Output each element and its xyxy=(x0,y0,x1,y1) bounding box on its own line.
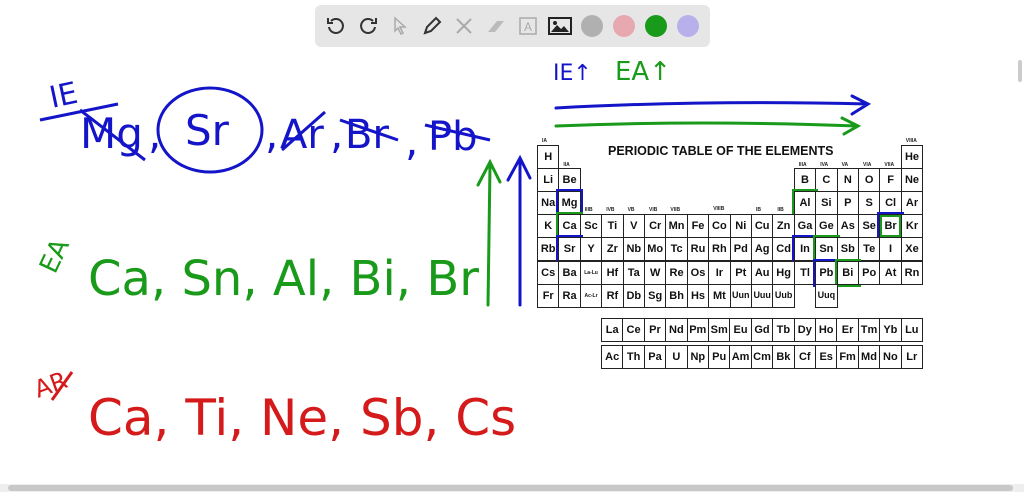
ar-section: AR Ca, Ti, Ne, Sb, Cs xyxy=(30,366,516,447)
ie-vertical-arrow xyxy=(506,154,532,307)
horizontal-scrollbar-thumb[interactable] xyxy=(8,485,1013,491)
ar-label: AR xyxy=(30,366,71,404)
ea-label: EA xyxy=(34,234,76,278)
ie-trend-label: IE↑ xyxy=(553,61,592,86)
ea-trend-label: EA↑ xyxy=(615,57,671,87)
comma: , xyxy=(330,109,343,158)
ie-item-sr: Sr xyxy=(185,106,230,155)
comma: , xyxy=(265,109,278,158)
vertical-scrollbar[interactable] xyxy=(1018,60,1022,82)
handwritten-notes: IE Mg , Sr , Ar , Br , Pb EA Ca, Sn, Al,… xyxy=(30,57,872,447)
ar-list: Ca, Ti, Ne, Sb, Cs xyxy=(88,389,516,447)
ea-list: Ca, Sn, Al, Bi, Br xyxy=(88,251,479,307)
ie-label: IE xyxy=(46,76,80,116)
ea-horizontal-arrow xyxy=(554,116,862,136)
ie-horizontal-arrow xyxy=(554,94,872,116)
ie-item-pb: Pb xyxy=(428,114,478,160)
ea-vertical-arrow xyxy=(476,158,502,307)
ie-section: IE Mg , Sr , Ar , Br , Pb xyxy=(39,76,491,174)
ea-section: EA Ca, Sn, Al, Bi, Br xyxy=(34,234,479,307)
comma: , xyxy=(405,116,418,165)
